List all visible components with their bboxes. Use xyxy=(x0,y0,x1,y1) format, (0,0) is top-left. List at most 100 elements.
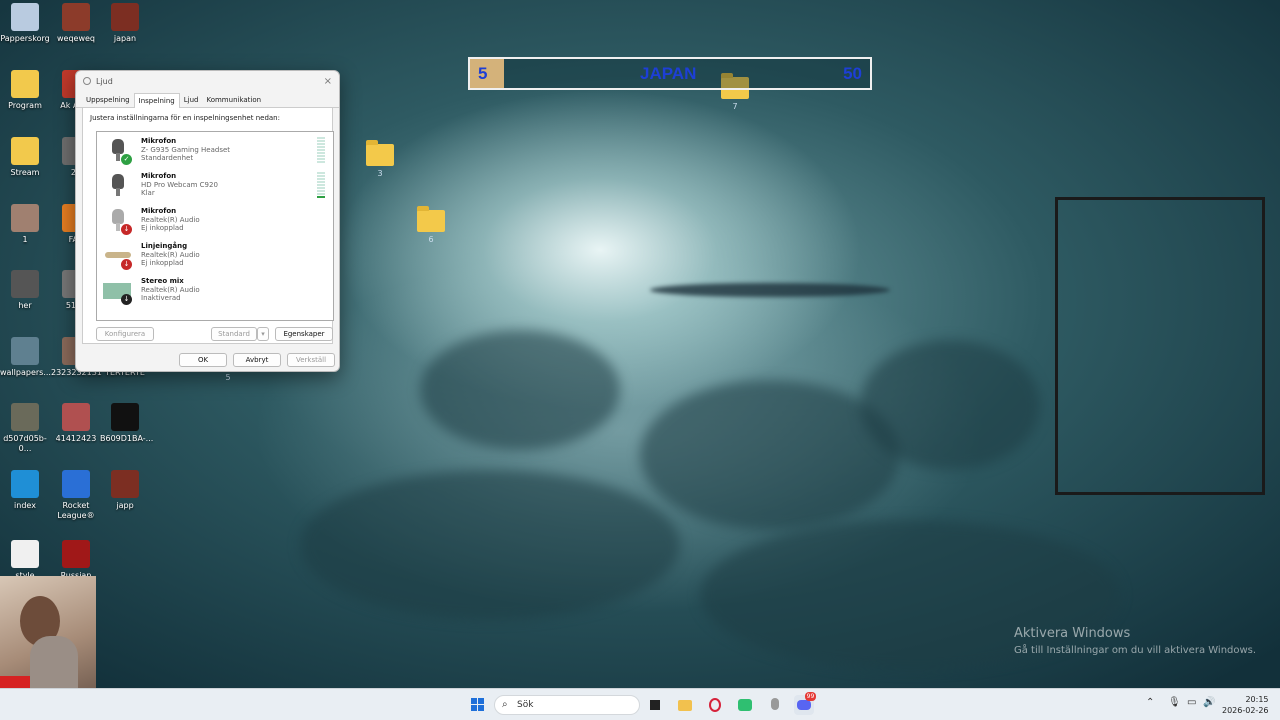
sound-dialog: Ljud × Uppspelning Inspelning Ljud Kommu… xyxy=(75,70,340,372)
search-box[interactable]: ⌕ Sök xyxy=(494,695,640,715)
app-icon xyxy=(62,470,90,498)
device-item[interactable]: ↓ Stereo mix Realtek(R) Audio Inaktivera… xyxy=(101,274,327,308)
notification-badge: 99 xyxy=(805,692,816,701)
microphone-icon: ↓ xyxy=(103,207,133,235)
desktop-icon[interactable]: Rocket League® xyxy=(51,470,101,520)
microphone-icon xyxy=(103,172,133,200)
desktop-folder[interactable]: 3 xyxy=(360,140,400,178)
desktop-icon[interactable]: 41412423 xyxy=(51,403,101,444)
device-name: Mikrofon xyxy=(141,137,177,145)
cancel-button[interactable]: Avbryt xyxy=(233,353,281,367)
device-item[interactable]: ✓ Mikrofon Z- G935 Gaming Headset Standa… xyxy=(101,134,327,168)
chevron-down-icon: ▾ xyxy=(261,330,265,338)
desktop-icon-label: index xyxy=(14,501,36,510)
desktop-icon-label: Rocket League® xyxy=(57,501,95,520)
desktop-icon[interactable]: japp xyxy=(100,470,150,511)
desktop-icon-label: Stream xyxy=(10,168,40,177)
desktop-icon[interactable]: japan xyxy=(100,3,150,44)
score-right: 50 xyxy=(843,64,862,83)
desktop-icon[interactable]: style xyxy=(0,540,50,581)
opera-icon[interactable] xyxy=(705,695,725,715)
desktop-icon[interactable]: Stream xyxy=(0,137,50,178)
file-explorer-icon[interactable] xyxy=(675,695,695,715)
device-sub: Realtek(R) Audio xyxy=(141,251,200,259)
configure-button[interactable]: Konfigurera xyxy=(96,327,154,341)
close-icon[interactable]: × xyxy=(324,76,332,87)
desktop-icon[interactable]: Russian xyxy=(51,540,101,581)
device-sub: Z- G935 Gaming Headset xyxy=(141,146,231,154)
desktop-icon-label: japan xyxy=(113,34,137,43)
app-icon xyxy=(11,337,39,365)
desktop-icon[interactable]: her xyxy=(0,270,50,311)
tab-playback[interactable]: Uppspelning xyxy=(82,93,134,107)
chevron-up-icon[interactable]: ⌃ xyxy=(1146,697,1154,708)
device-sub: Realtek(R) Audio xyxy=(141,216,200,224)
desktop-icon-label: Papperskorg xyxy=(0,34,50,43)
app-icon xyxy=(11,204,39,232)
device-name: Stereo mix xyxy=(141,277,184,285)
desktop-icon[interactable]: 1 xyxy=(0,204,50,245)
network-icon[interactable]: ▭ xyxy=(1187,697,1196,708)
speaker-icon xyxy=(83,77,91,85)
desktop-icon-label: weqeweq xyxy=(56,34,95,43)
desktop-icon[interactable]: B609D1BA-... xyxy=(100,403,153,444)
device-item[interactable]: Mikrofon HD Pro Webcam C920 Klar xyxy=(101,169,327,203)
clock-time: 20:15 xyxy=(1245,695,1269,704)
scoreboard-overlay: 5 JAPAN 50 xyxy=(468,57,872,90)
app-icon xyxy=(11,70,39,98)
desktop-icon[interactable]: weqeweq xyxy=(51,3,101,44)
desktop-icon[interactable]: Papperskorg xyxy=(0,3,50,44)
instruction-text: Justera inställningarna för en inspelnin… xyxy=(90,114,280,122)
bulb-app-icon[interactable] xyxy=(765,695,785,715)
desktop-icon-label: 41412423 xyxy=(55,434,97,443)
desktop-folder-label[interactable]: 5 xyxy=(208,373,248,382)
device-item[interactable]: ↓ Linjeingång Realtek(R) Audio Ej inkopp… xyxy=(101,239,327,273)
device-item[interactable]: ↓ Mikrofon Realtek(R) Audio Ej inkopplad xyxy=(101,204,327,238)
desktop-icon[interactable]: index xyxy=(0,470,50,511)
device-sub: HD Pro Webcam C920 xyxy=(141,181,218,189)
activation-watermark: Aktivera Windows Gå till Inställningar o… xyxy=(1014,626,1256,656)
discord-icon[interactable]: 99 xyxy=(794,692,816,715)
task-view-icon[interactable] xyxy=(645,695,665,715)
desktop-icon[interactable]: d507d05b-0... xyxy=(0,403,50,453)
apply-button[interactable]: Verkställ xyxy=(287,353,335,367)
set-default-dropdown[interactable]: ▾ xyxy=(257,327,269,341)
ok-button[interactable]: OK xyxy=(179,353,227,367)
dialog-title: Ljud xyxy=(96,76,113,86)
dialog-titlebar[interactable]: Ljud × xyxy=(76,71,339,91)
folder-icon xyxy=(417,206,445,232)
tab-communications[interactable]: Kommunikation xyxy=(202,93,265,107)
desktop-icon[interactable]: wallpapers... xyxy=(0,337,51,378)
line-in-cable-icon: ↓ xyxy=(103,242,133,270)
desktop-icon-label: japp xyxy=(116,501,134,510)
clock[interactable]: 20:15 2026-02-26 xyxy=(1222,694,1269,716)
app-icon xyxy=(111,3,139,31)
status-badge: ↓ xyxy=(121,224,132,235)
status-badge: ↓ xyxy=(121,259,132,270)
desktop-icon[interactable]: Program xyxy=(0,70,50,111)
device-name: Mikrofon xyxy=(141,172,177,180)
tab-bar: Uppspelning Inspelning Ljud Kommunikatio… xyxy=(76,91,339,108)
tab-recording[interactable]: Inspelning xyxy=(133,93,180,108)
device-list[interactable]: ✓ Mikrofon Z- G935 Gaming Headset Standa… xyxy=(96,131,334,321)
chat-app-icon[interactable] xyxy=(735,695,755,715)
desktop-folder[interactable]: 6 xyxy=(411,206,451,244)
microphone-tray-icon[interactable]: 🎙 xyxy=(1168,697,1181,708)
microphone-icon: ✓ xyxy=(103,137,133,165)
search-icon: ⌕ xyxy=(502,699,508,710)
device-status: Ej inkopplad xyxy=(141,259,184,267)
start-windows-icon[interactable] xyxy=(468,695,488,715)
taskbar: ⌕ Sök 99 ⌃ 🎙 ▭ 🔊 20:15 2026-02-26 xyxy=(0,688,1280,720)
device-name: Linjeingång xyxy=(141,242,188,250)
cloud-shape xyxy=(650,283,890,297)
volume-icon[interactable]: 🔊 xyxy=(1203,697,1215,708)
search-placeholder: Sök xyxy=(517,700,534,710)
cloud-shape xyxy=(300,470,680,620)
set-default-button[interactable]: Standard xyxy=(211,327,257,341)
tab-sounds[interactable]: Ljud xyxy=(180,93,203,107)
level-meter xyxy=(317,137,325,163)
tab-panel: Justera inställningarna för en inspelnin… xyxy=(82,108,334,344)
level-meter xyxy=(317,172,325,198)
app-icon xyxy=(111,403,139,431)
properties-button[interactable]: Egenskaper xyxy=(275,327,333,341)
